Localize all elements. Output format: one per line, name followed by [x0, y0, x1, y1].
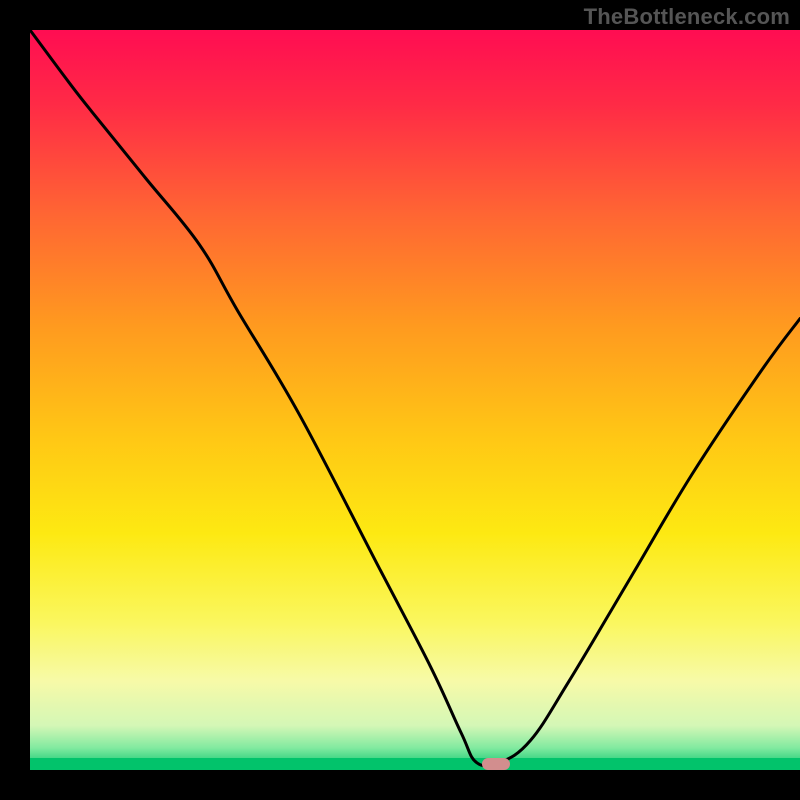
bottleneck-plot	[30, 30, 800, 770]
optimal-point-marker	[482, 758, 510, 770]
bottleneck-curve	[30, 30, 800, 770]
curve-path	[30, 30, 800, 766]
watermark-text: TheBottleneck.com	[584, 4, 790, 30]
